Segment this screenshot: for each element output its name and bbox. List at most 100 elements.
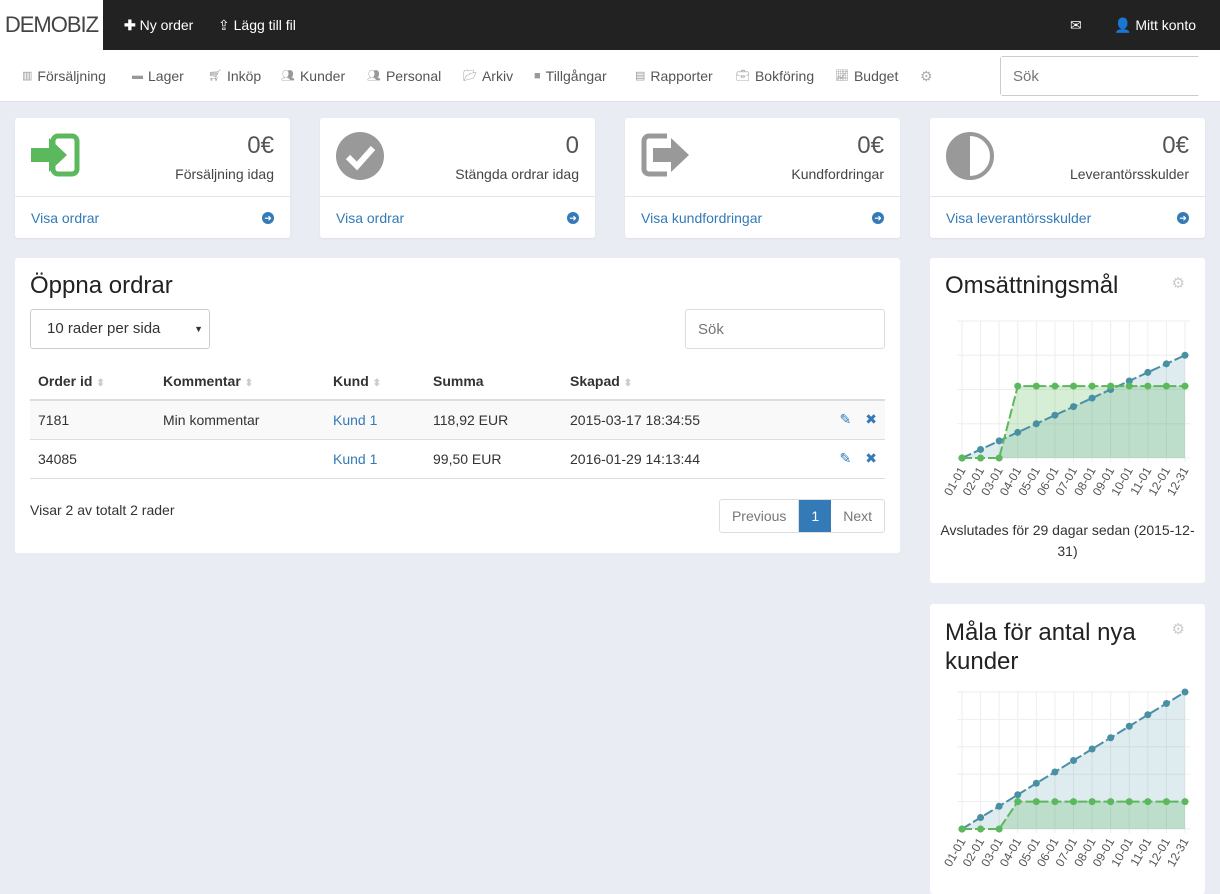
- data-point[interactable]: [977, 445, 985, 453]
- add-file-button[interactable]: ⇪ Lägg till fil: [218, 0, 296, 50]
- nav-item-9[interactable]: 📈︎ Budget: [835, 50, 898, 102]
- data-point[interactable]: [1014, 382, 1022, 390]
- page-1-button[interactable]: 1: [799, 500, 832, 532]
- data-point[interactable]: [1032, 779, 1040, 787]
- delete-icon[interactable]: ✖: [865, 411, 877, 427]
- nav-item-label: Kunder: [299, 68, 346, 84]
- data-point[interactable]: [1107, 382, 1115, 390]
- new-order-button[interactable]: ✚ Ny order: [124, 0, 193, 50]
- data-point[interactable]: [1070, 403, 1077, 411]
- stat-link[interactable]: Visa kundfordringar ➜: [625, 196, 900, 238]
- nav-item-7[interactable]: ▤ Rapporter: [635, 50, 713, 102]
- stat-card-3: 0€ Leverantörsskulder Visa leverantörssk…: [930, 118, 1205, 238]
- data-point[interactable]: [1162, 382, 1170, 390]
- column-header[interactable]: Kommentar ⬍: [155, 362, 325, 401]
- data-point[interactable]: [995, 825, 1003, 833]
- nav-item-0[interactable]: ▥ Försäljning: [22, 50, 106, 102]
- global-search-input[interactable]: [1001, 57, 1220, 95]
- data-point[interactable]: [1181, 351, 1189, 359]
- data-point[interactable]: [1088, 745, 1096, 753]
- settings-gear-icon[interactable]: ⚙: [920, 50, 933, 102]
- cart-icon: 🛒︎: [208, 70, 222, 82]
- logo[interactable]: DEMOBIZ: [0, 0, 103, 50]
- stat-card-0: 0€ Försäljning idag Visa ordrar ➜: [15, 118, 290, 238]
- nav-item-4[interactable]: 👥︎ Personal: [367, 50, 441, 102]
- data-point[interactable]: [1070, 798, 1077, 806]
- data-point[interactable]: [958, 454, 966, 462]
- data-point[interactable]: [995, 802, 1003, 810]
- edit-icon[interactable]: ✎: [840, 450, 852, 466]
- data-point[interactable]: [1051, 798, 1059, 806]
- data-point[interactable]: [1162, 700, 1170, 708]
- new-customers-widget: Måla för antal nya kunder ⚙ 01-01 02-01 03…: [930, 604, 1205, 894]
- data-point[interactable]: [977, 825, 985, 833]
- data-point[interactable]: [1051, 768, 1059, 776]
- data-point[interactable]: [1125, 382, 1133, 390]
- delete-icon[interactable]: ✖: [865, 450, 877, 466]
- data-point[interactable]: [1162, 798, 1170, 806]
- data-point[interactable]: [977, 813, 985, 821]
- nav-item-6[interactable]: ■ Tillgångar: [534, 50, 607, 102]
- column-header[interactable]: Skapad ⬍: [562, 362, 812, 401]
- data-point[interactable]: [1144, 368, 1152, 376]
- data-point[interactable]: [977, 454, 985, 462]
- data-point[interactable]: [1181, 382, 1189, 390]
- data-point[interactable]: [1088, 394, 1096, 402]
- nav-item-1[interactable]: ▬ Lager: [132, 50, 184, 102]
- data-point[interactable]: [1144, 382, 1152, 390]
- gear-icon[interactable]: ⚙: [1172, 274, 1185, 292]
- table-row[interactable]: 7181 Min kommentar Kund 1 118,92 EUR 2015-03…: [30, 400, 885, 440]
- column-header[interactable]: Kund ⬍: [325, 362, 425, 401]
- gear-icon[interactable]: ⚙: [1172, 620, 1185, 638]
- next-button[interactable]: Next: [831, 500, 884, 532]
- stat-link[interactable]: Visa ordrar ➜: [15, 196, 290, 238]
- nav-item-label: Inköp: [226, 68, 262, 84]
- folder-icon: ■: [534, 70, 541, 82]
- data-point[interactable]: [1181, 798, 1189, 806]
- edit-icon[interactable]: ✎: [840, 411, 852, 427]
- sort-icon: ⬍: [96, 377, 105, 389]
- open-orders-panel: Öppna ordrar 10 rader per sida ▼ Order id…: [15, 258, 900, 553]
- cell-order-id: 34085: [38, 450, 77, 467]
- data-point[interactable]: [1014, 428, 1022, 436]
- data-point[interactable]: [1125, 722, 1133, 730]
- data-point[interactable]: [958, 825, 966, 833]
- page-size-select[interactable]: 10 rader per sida ▼: [30, 309, 210, 349]
- data-point[interactable]: [1032, 798, 1040, 806]
- data-point[interactable]: [1051, 382, 1059, 390]
- column-header[interactable]: Order id ⬍: [30, 362, 155, 401]
- previous-button[interactable]: Previous: [720, 500, 800, 532]
- orders-search-input[interactable]: [685, 309, 885, 349]
- data-point[interactable]: [1032, 382, 1040, 390]
- nav-item-8[interactable]: 💼︎ Bokföring: [736, 50, 814, 102]
- cell-created: 2015-03-17 18:34:55: [570, 411, 700, 428]
- stat-link[interactable]: Visa leverantörsskulder ➜: [930, 196, 1205, 238]
- data-point[interactable]: [995, 437, 1003, 445]
- mail-icon[interactable]: ✉: [1070, 0, 1082, 50]
- account-button[interactable]: 👤 Mitt konto: [1114, 0, 1196, 50]
- data-point[interactable]: [1107, 798, 1115, 806]
- data-point[interactable]: [1088, 798, 1096, 806]
- data-point[interactable]: [1032, 420, 1040, 428]
- data-point[interactable]: [1107, 734, 1115, 742]
- nav-item-3[interactable]: 👥︎ Kunder: [281, 50, 345, 102]
- data-point[interactable]: [1162, 360, 1170, 368]
- data-point[interactable]: [1144, 798, 1152, 806]
- nav-item-5[interactable]: 📂︎ Arkiv: [463, 50, 513, 102]
- cell-customer[interactable]: Kund 1: [333, 451, 377, 467]
- data-point[interactable]: [1088, 382, 1096, 390]
- data-point[interactable]: [1014, 791, 1022, 799]
- table-row[interactable]: 34085 Kund 1 99,50 EUR 2016-01-29 14:13:44 ✎…: [30, 439, 885, 479]
- nav-item-2[interactable]: 🛒︎ Inköp: [208, 50, 261, 102]
- data-point[interactable]: [1181, 688, 1189, 696]
- column-header[interactable]: Summa: [425, 362, 562, 401]
- data-point[interactable]: [995, 454, 1003, 462]
- data-point[interactable]: [1144, 711, 1152, 719]
- stat-link[interactable]: Visa ordrar ➜: [320, 196, 595, 238]
- data-point[interactable]: [1014, 798, 1022, 806]
- data-point[interactable]: [1051, 411, 1059, 419]
- cell-customer[interactable]: Kund 1: [333, 412, 377, 428]
- data-point[interactable]: [1070, 382, 1077, 390]
- data-point[interactable]: [1070, 757, 1077, 764]
- data-point[interactable]: [1125, 798, 1133, 806]
